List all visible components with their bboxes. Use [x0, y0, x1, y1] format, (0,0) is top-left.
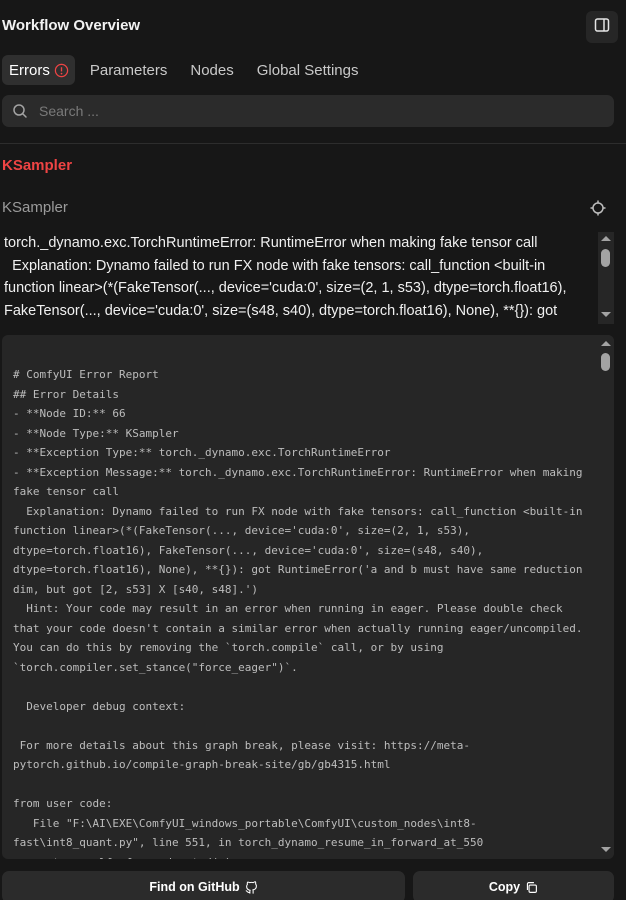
scroll-up-arrow-icon[interactable]	[601, 341, 611, 346]
section-divider	[0, 143, 626, 144]
tab-nodes[interactable]: Nodes	[182, 55, 241, 85]
report-scrollbar[interactable]	[598, 335, 614, 859]
error-message-scrollbar[interactable]	[598, 232, 614, 324]
workflow-overview-panel: Workflow Overview Errors Parameters Node…	[0, 0, 626, 900]
panel-right-icon	[594, 17, 610, 38]
search-input[interactable]	[37, 102, 581, 120]
tab-label: Parameters	[89, 61, 168, 79]
crosshair-icon[interactable]	[589, 199, 607, 217]
error-message-text: torch._dynamo.exc.TorchRuntimeError: Run…	[4, 235, 567, 319]
error-message-box: torch._dynamo.exc.TorchRuntimeError: Run…	[2, 232, 614, 324]
tab-global-settings[interactable]: Global Settings	[249, 55, 367, 85]
scroll-thumb[interactable]	[601, 353, 610, 371]
tab-label: Global Settings	[256, 61, 359, 79]
alert-circle-icon	[54, 63, 69, 78]
error-report-box: # ComfyUI Error Report ## Error Details …	[2, 335, 614, 859]
button-label: Find on GitHub	[149, 880, 240, 894]
tab-parameters[interactable]: Parameters	[82, 55, 176, 85]
error-group-title: KSampler	[2, 157, 73, 174]
scroll-thumb[interactable]	[601, 249, 610, 267]
panel-toggle-button[interactable]	[586, 11, 618, 43]
scroll-up-arrow-icon[interactable]	[601, 236, 611, 241]
node-title: KSampler	[2, 199, 68, 216]
scroll-down-arrow-icon[interactable]	[601, 312, 611, 317]
tab-bar: Errors Parameters Nodes Global Settings	[2, 55, 373, 85]
find-on-github-button[interactable]: Find on GitHub	[2, 871, 405, 900]
github-icon	[245, 880, 258, 894]
error-report-text: # ComfyUI Error Report ## Error Details …	[13, 368, 583, 859]
tab-errors[interactable]: Errors	[2, 55, 75, 85]
scroll-down-arrow-icon[interactable]	[601, 847, 611, 852]
button-label: Copy	[488, 880, 521, 894]
copy-icon	[525, 881, 538, 894]
copy-button[interactable]: Copy	[413, 871, 614, 900]
panel-title: Workflow Overview	[2, 17, 141, 34]
search-icon	[12, 103, 28, 119]
search-box	[2, 95, 614, 127]
panel-header: Workflow Overview	[0, 0, 626, 54]
tab-label: Nodes	[190, 61, 234, 79]
tab-label: Errors	[9, 61, 50, 79]
